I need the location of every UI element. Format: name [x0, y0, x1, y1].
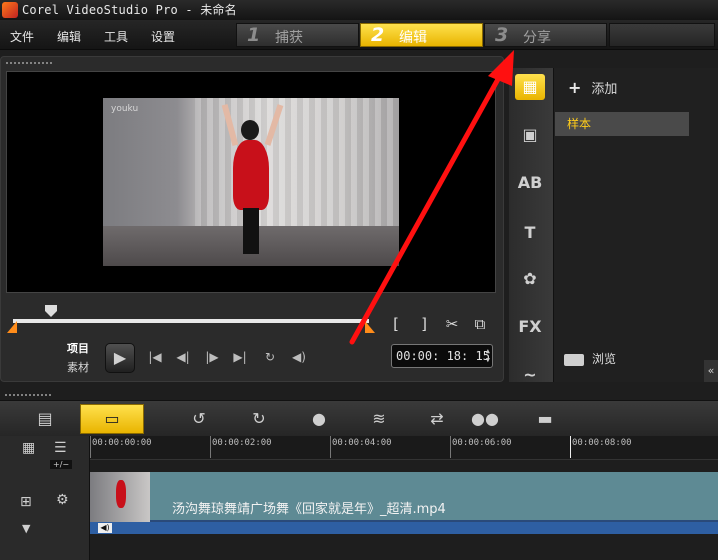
overlay-track[interactable] [90, 534, 718, 560]
dancer-figure [233, 140, 269, 210]
plus-icon: + [568, 78, 582, 97]
text-icon[interactable]: T [515, 220, 545, 246]
volume-icon[interactable]: ◀) [289, 347, 309, 367]
step-number: 3 [495, 24, 509, 46]
ruler-tick [450, 436, 451, 458]
lock-track-icon[interactable]: ⊞ [20, 494, 32, 510]
ruler-label: 00:00:04:00 [332, 438, 392, 448]
zoom-control[interactable]: +/− [50, 460, 73, 469]
video-frame: youku [103, 98, 399, 266]
dancer-figure [241, 120, 259, 140]
preview-screen[interactable]: youku [6, 71, 496, 293]
video-track: 汤沟舞琼舞靖广场舞《回家就是年》_超清.mp4 ◀) [90, 472, 718, 534]
preview-panel: youku [ ] ✂ ⧉ 项目 素材 ▶ |◀ ◀| |▶ ▶| ↻ ◀) 0… [0, 56, 504, 382]
menu-settings[interactable]: 设置 [151, 28, 175, 45]
step-label: 捕获 [275, 30, 303, 46]
storyboard-view-icon[interactable]: ▤ [18, 405, 72, 433]
ab-title-icon[interactable]: AB [515, 170, 545, 196]
repeat-icon[interactable]: ↻ [260, 347, 280, 367]
add-label: 添加 [591, 82, 618, 97]
redo-icon[interactable]: ↻ [232, 405, 286, 433]
ruler-label: 00:00:06:00 [452, 438, 512, 448]
fx-filter-icon[interactable]: FX [515, 314, 545, 340]
step-tab-share[interactable]: 3 分享 [484, 23, 607, 47]
scrubber-handle[interactable] [45, 305, 57, 317]
panel-grip[interactable] [5, 61, 53, 65]
mark-in-button[interactable]: [ [385, 313, 407, 335]
browse-button[interactable]: 浏览 [564, 350, 616, 367]
window-title: Corel VideoStudio Pro - 未命名 [22, 3, 237, 17]
timeline-grip[interactable] [4, 393, 52, 397]
playhead-marker[interactable] [570, 436, 571, 458]
menu-bar: 文件 编辑 工具 设置 1 捕获 2 编辑 3 分享 [0, 20, 718, 50]
collapse-library-icon[interactable]: « [704, 360, 718, 382]
track-header-column: ▦ ☰ +/− ⊞ ⚙ ▼ [0, 436, 90, 560]
timecode-spinner-icon[interactable]: ▲ ▼ [486, 347, 490, 365]
ruler-tick [330, 436, 331, 458]
clip-thumbnail [90, 472, 150, 522]
step-label: 编辑 [399, 30, 427, 46]
auto-music-icon[interactable]: ⇄ [410, 405, 464, 433]
previous-frame-icon[interactable]: ◀| [173, 347, 193, 367]
subtitle-editor-icon[interactable]: ▬ [518, 405, 572, 433]
step-label: 分享 [523, 30, 551, 46]
sound-mixer-icon[interactable]: ≋ [352, 405, 406, 433]
timeline-toolbar: ▤ ▭ ↺ ↻ ● ≋ ⇄ ●● ▬ [0, 400, 718, 436]
next-frame-icon[interactable]: |▶ [202, 347, 222, 367]
mode-clip-label[interactable]: 素材 [67, 359, 89, 375]
home-icon[interactable]: |◀ [145, 347, 165, 367]
video-watermark: youku [111, 104, 139, 114]
graphic-icon[interactable]: ✿ [515, 266, 545, 292]
record-capture-icon[interactable]: ● [292, 405, 346, 433]
window-controls-area [609, 23, 715, 47]
motion-track-icon[interactable]: ●● [458, 405, 512, 433]
library-category-bar: ▦ ▣ AB T ✿ FX ~ [509, 68, 553, 384]
video-track-icon: ⚙ [56, 492, 69, 508]
ruler-label: 00:00:02:00 [212, 438, 272, 448]
path-icon[interactable]: ~ [515, 362, 545, 384]
video-clip[interactable]: 汤沟舞琼舞靖广场舞《回家就是年》_超清.mp4 [90, 472, 718, 522]
step-number: 2 [371, 24, 385, 46]
menu-tools[interactable]: 工具 [104, 28, 128, 45]
menu-edit[interactable]: 编辑 [57, 28, 81, 45]
timeline-ruler[interactable]: 00:00:00:00 00:00:02:00 00:00:04:00 00:0… [90, 436, 718, 460]
scrub-bar[interactable] [13, 319, 369, 323]
enlarge-preview-icon[interactable]: ⧉ [469, 313, 491, 335]
timecode-value: 00:00: 18: 15 [396, 349, 490, 363]
app-logo-icon [2, 2, 18, 18]
library-folder-sample[interactable]: 样本 [555, 112, 689, 136]
ruler-tick [210, 436, 211, 458]
ruler-label: 00:00:08:00 [572, 438, 632, 448]
mode-project-label[interactable]: 项目 [67, 340, 89, 356]
film-strip-icon[interactable]: ▦ [22, 440, 35, 456]
transition-icon[interactable]: ▣ [515, 122, 545, 148]
clip-audio-bar[interactable]: ◀) [90, 522, 718, 534]
ruler-label: 00:00:00:00 [92, 438, 152, 448]
ruler-tick [90, 436, 91, 458]
dancer-figure [243, 208, 259, 254]
app-window: Corel VideoStudio Pro - 未命名 文件 编辑 工具 设置 … [0, 0, 718, 560]
track-manager-icon[interactable]: ☰ [54, 440, 67, 456]
clip-filename: 汤沟舞琼舞靖广场舞《回家就是年》_超清.mp4 [172, 502, 446, 517]
media-icon[interactable]: ▦ [515, 74, 545, 100]
add-folder-button[interactable]: + 添加 [568, 78, 617, 97]
speaker-icon[interactable]: ◀) [98, 523, 112, 533]
play-button[interactable]: ▶ [105, 343, 135, 373]
step-tab-capture[interactable]: 1 捕获 [236, 23, 359, 47]
end-icon[interactable]: ▶| [230, 347, 250, 367]
step-number: 1 [247, 24, 261, 46]
title-bar: Corel VideoStudio Pro - 未命名 [0, 0, 718, 20]
library-panel: + 添加 样本 浏览 [553, 68, 718, 382]
browse-icon [564, 353, 584, 366]
undo-icon[interactable]: ↺ [172, 405, 226, 433]
timeline-view-icon[interactable]: ▭ [80, 404, 144, 434]
menu-file[interactable]: 文件 [10, 28, 34, 45]
timecode-field[interactable]: 00:00: 18: 15 ▲ ▼ [391, 344, 493, 368]
step-tab-edit[interactable]: 2 编辑 [360, 23, 483, 47]
browse-label: 浏览 [592, 352, 617, 366]
split-scissors-icon[interactable]: ✂ [441, 313, 463, 335]
expand-track-icon[interactable]: ▼ [22, 522, 30, 535]
mark-out-button[interactable]: ] [413, 313, 435, 335]
